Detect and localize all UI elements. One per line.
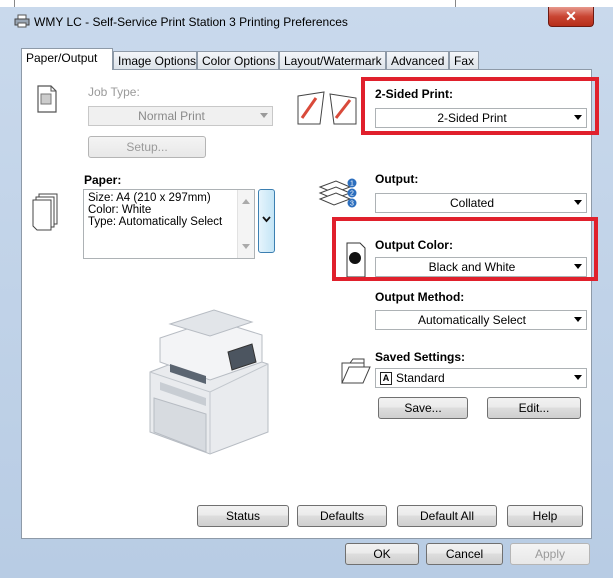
paper-info-box[interactable]: Size: A4 (210 x 297mm) Color: White Type… — [83, 189, 255, 259]
save-button[interactable]: Save... — [378, 397, 468, 419]
tab-label: Paper/Output — [26, 51, 98, 65]
cancel-button[interactable]: Cancel — [426, 543, 503, 565]
default-all-button[interactable]: Default All — [397, 505, 497, 527]
cancel-button-label: Cancel — [445, 547, 484, 561]
setup-button[interactable]: Setup... — [88, 136, 206, 158]
folder-icon — [341, 358, 371, 384]
saved-settings-value: Standard — [396, 371, 445, 385]
output-method-select[interactable]: Automatically Select — [375, 310, 587, 330]
defaults-button[interactable]: Defaults — [297, 505, 387, 527]
tab-layout-watermark[interactable]: Layout/Watermark — [279, 51, 386, 69]
highlight-two-sided-print — [361, 77, 599, 135]
output-badge-2: 2 — [350, 191, 354, 198]
saved-settings-select[interactable]: A Standard — [375, 368, 587, 388]
two-sided-print-icon — [297, 91, 357, 125]
paper-size-text: Size: A4 (210 x 297mm) — [88, 192, 211, 204]
chevron-down-icon — [574, 375, 582, 380]
job-type-value: Normal Print — [138, 109, 205, 123]
tab-color-options[interactable]: Color Options — [197, 51, 279, 69]
printer-icon — [14, 14, 30, 28]
paper-dropdown-button[interactable] — [258, 189, 275, 253]
paper-label: Paper: — [84, 173, 122, 187]
edit-button-label: Edit... — [518, 401, 550, 415]
tab-paper-output[interactable]: Paper/Output — [21, 48, 113, 70]
output-select[interactable]: Collated — [375, 193, 587, 213]
apply-button-label: Apply — [534, 547, 566, 561]
output-collate-icon: 1 2 3 — [318, 178, 357, 208]
default-all-button-label: Default All — [419, 509, 475, 523]
tab-label: Fax — [454, 54, 475, 68]
output-badge-1: 1 — [350, 181, 354, 188]
scroll-up-icon — [242, 199, 250, 204]
apply-button[interactable]: Apply — [510, 543, 590, 565]
save-button-label: Save... — [404, 401, 442, 415]
ok-button-label: OK — [373, 547, 391, 561]
title-bar[interactable]: WMY LC - Self-Service Print Station 3 Pr… — [0, 7, 613, 37]
window-title: WMY LC - Self-Service Print Station 3 Pr… — [34, 15, 348, 29]
job-type-label: Job Type: — [88, 85, 140, 99]
tab-advanced[interactable]: Advanced — [386, 51, 449, 69]
paper-type-text: Type: Automatically Select — [88, 216, 223, 228]
defaults-button-label: Defaults — [319, 509, 365, 523]
close-icon: ✕ — [565, 8, 577, 24]
tab-fax[interactable]: Fax — [449, 51, 479, 69]
output-label: Output: — [375, 172, 419, 186]
tab-image-options[interactable]: Image Options — [113, 51, 197, 69]
chevron-down-icon — [262, 216, 271, 223]
printer-illustration — [149, 309, 269, 455]
status-button[interactable]: Status — [197, 505, 289, 527]
help-button[interactable]: Help — [507, 505, 583, 527]
chevron-down-icon — [574, 200, 582, 205]
paper-output-panel: Job Type: Normal Print Setup... Paper: S… — [21, 69, 592, 539]
tab-label: Color Options — [202, 54, 276, 68]
paper-info-scrollbar[interactable] — [237, 190, 254, 258]
output-method-label: Output Method: — [375, 290, 465, 304]
highlight-output-color — [332, 217, 598, 281]
close-button[interactable]: ✕ — [548, 7, 594, 27]
chevron-down-icon — [260, 113, 268, 118]
paper-color-text: Color: White — [88, 204, 152, 216]
edit-button[interactable]: Edit... — [487, 397, 581, 419]
output-badge-3: 3 — [350, 201, 354, 208]
ok-button[interactable]: OK — [345, 543, 419, 565]
standard-setting-icon: A — [380, 372, 392, 385]
job-type-icon — [37, 85, 57, 113]
output-method-value: Automatically Select — [417, 313, 527, 327]
tab-label: Image Options — [118, 54, 197, 68]
tab-label: Advanced — [391, 54, 445, 68]
status-button-label: Status — [225, 509, 261, 523]
paper-stack-icon — [32, 193, 58, 231]
output-value: Collated — [449, 196, 495, 210]
setup-button-label: Setup... — [126, 140, 168, 154]
job-type-select[interactable]: Normal Print — [88, 106, 273, 126]
scroll-down-icon — [242, 244, 250, 249]
help-button-label: Help — [532, 509, 558, 523]
tab-label: Layout/Watermark — [284, 54, 382, 68]
saved-settings-label: Saved Settings: — [375, 350, 466, 364]
chevron-down-icon — [574, 317, 582, 322]
